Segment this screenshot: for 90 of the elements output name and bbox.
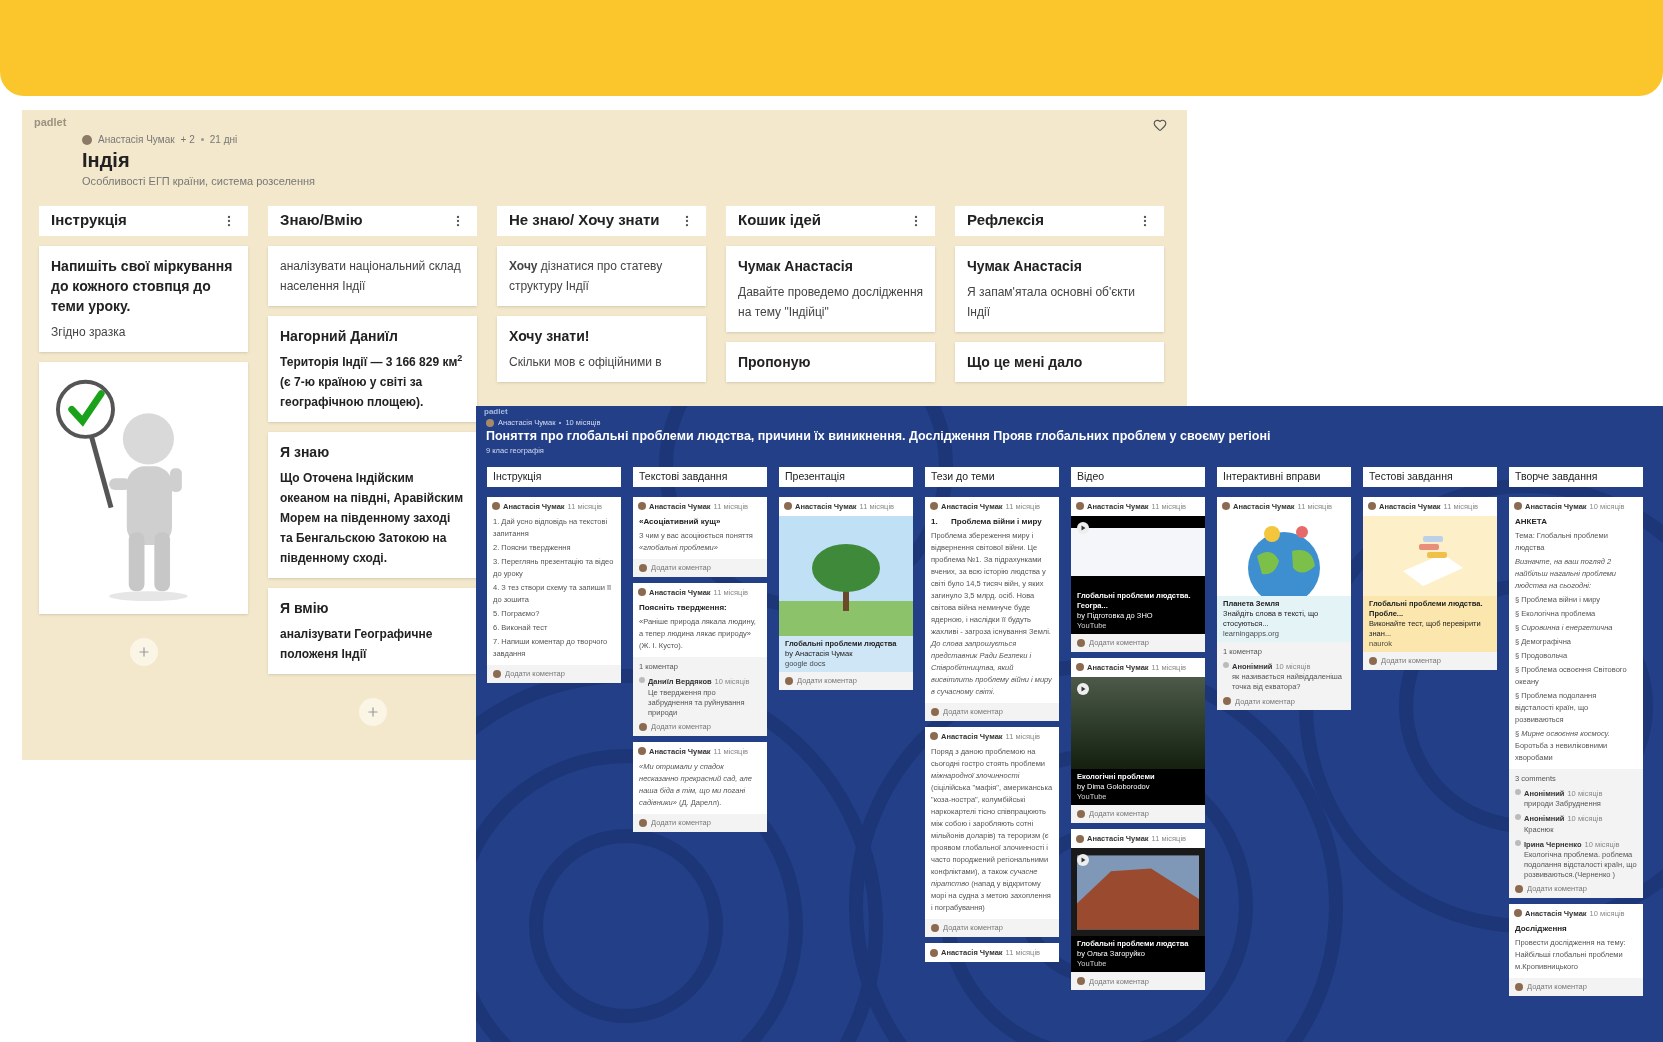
- avatar-icon: [639, 563, 647, 572]
- like-icon[interactable]: [1153, 118, 1167, 132]
- post-title: Пропоную: [738, 352, 812, 372]
- board-title: Індія: [82, 148, 131, 173]
- author-name: Анастасія Чумак: [98, 133, 175, 147]
- post-text: Хочу дізнатися про статеву структуру Індії: [509, 257, 664, 295]
- post-title: Чумак Анастасія: [967, 256, 1083, 276]
- plus-icon: [365, 704, 380, 719]
- post-text: Що Оточена Індійским океаном на півдні, Аравійским Морем на південному заході та Бенгальскою Затокою на південному сході.: [280, 469, 465, 567]
- commenter-avatar-icon: [1515, 814, 1521, 821]
- post-title: Нагорний Даниїл: [280, 326, 399, 346]
- avatar-icon: [1077, 638, 1085, 647]
- avatar-icon: [1076, 834, 1084, 843]
- post-text: Давайте проведемо дослідження на тему "Індійці": [738, 283, 923, 321]
- post-title: Дослідження: [1515, 923, 1568, 935]
- column-title: Інтерактивні вправи: [1223, 468, 1321, 484]
- commenter-avatar-icon: [1515, 839, 1521, 846]
- post-title: «Асоціативний кущ»: [639, 515, 722, 528]
- avatar-icon: [785, 676, 793, 685]
- avatar-icon: [1514, 502, 1522, 511]
- commenter-avatar-icon: [1223, 662, 1229, 668]
- avatar-icon: [931, 707, 939, 716]
- slide-thumbnail[interactable]: [779, 515, 913, 636]
- avatar-icon: [1369, 656, 1377, 665]
- post-text: аналізувати Географичне положеня Індії: [280, 625, 434, 663]
- post-title: Я знаю: [280, 442, 331, 462]
- column-title: Тези до теми: [931, 468, 995, 484]
- column-title: Рефлексія: [967, 210, 1044, 231]
- play-icon[interactable]: [1077, 854, 1089, 867]
- avatar-icon: [930, 732, 938, 741]
- avatar-icon: [493, 669, 501, 678]
- column-title: Презентація: [785, 468, 845, 484]
- column-title: Інструкція: [493, 468, 542, 484]
- avatar-icon: [1077, 977, 1085, 986]
- avatar-icon: [1515, 983, 1523, 991]
- post-title: 1. Проблема війни і миру: [931, 515, 1043, 528]
- commenter-avatar-icon: [1515, 789, 1521, 795]
- post-text: Територія Індії — 3 166 829 км$^{2}$ (є 7-ю країною у світі за географічною площею).: [280, 352, 464, 411]
- post-title: АНКЕТА: [1515, 515, 1548, 528]
- column-title: Інструкція: [51, 210, 127, 231]
- avatar-icon: [1223, 697, 1231, 706]
- board-subtitle: Особливості ЕГП країни, система розселення: [82, 174, 317, 189]
- avatar-icon: [638, 588, 646, 597]
- column-title: Відео: [1077, 468, 1105, 484]
- video-thumbnail[interactable]: [1071, 848, 1205, 937]
- post-title: Хочу знати!: [509, 326, 591, 346]
- avatar-icon: [639, 818, 647, 827]
- avatar-icon: [1077, 810, 1085, 818]
- avatar-icon: [1514, 909, 1522, 918]
- plus-icon: [136, 644, 151, 659]
- avatar-icon: [638, 747, 646, 756]
- post-title: Напишіть свої міркування до кожного стовпця до теми уроку.: [51, 256, 234, 316]
- post-text: аналізувати національний склад населення Індії: [280, 257, 462, 295]
- column-title: Кошик ідей: [738, 210, 821, 231]
- post-text: Скільки мов є офіційними в: [509, 353, 663, 371]
- avatar-icon: [82, 134, 92, 145]
- avatar-icon: [638, 502, 646, 511]
- avatar-icon: [930, 948, 938, 957]
- play-icon[interactable]: [1077, 683, 1089, 695]
- column-title: Не знаю/ Хочу знати: [509, 210, 660, 231]
- avatar-icon: [931, 924, 939, 932]
- avatar-icon: [486, 418, 494, 427]
- collaborators-count: + 2: [180, 133, 195, 147]
- avatar-icon: [1076, 502, 1084, 511]
- avatar-icon: [492, 502, 500, 511]
- post-title: Поясніть твердження:: [639, 602, 728, 614]
- post-title: Я вмію: [280, 598, 330, 618]
- avatar-icon: [1515, 884, 1523, 893]
- padlet-logo[interactable]: padlet: [34, 114, 67, 131]
- post-title: Що це мені дало: [967, 352, 1084, 372]
- avatar-icon: [784, 502, 792, 511]
- video-thumbnail[interactable]: [1071, 677, 1205, 769]
- avatar-icon: [930, 502, 938, 511]
- avatar-icon: [1368, 502, 1376, 511]
- post-title: Чумак Анастасія: [738, 256, 854, 276]
- post-text: Я запам'ятала основні об'єкти Індії: [967, 283, 1136, 321]
- video-thumbnail[interactable]: [1071, 515, 1205, 588]
- commenter-avatar-icon: [639, 677, 645, 684]
- column-title: Текстові завдання: [639, 468, 728, 484]
- column-title: Творче завдання: [1515, 468, 1598, 484]
- board-title: Поняття про глобальні проблеми людства, причини їх виникнення. Дослідження Прояв глобальних проблем у своєму регіоні: [486, 428, 1272, 446]
- post-text: Згідно зразка: [51, 323, 127, 341]
- avatar-icon: [1222, 502, 1230, 511]
- play-icon[interactable]: [1077, 521, 1089, 534]
- column-title: Тестові завдання: [1369, 468, 1453, 484]
- avatar-icon: [1076, 663, 1084, 672]
- padlet-logo[interactable]: padlet: [484, 407, 1663, 417]
- post-time: 21 дні: [209, 133, 238, 147]
- avatar-icon: [639, 722, 647, 731]
- column-title: Знаю/Вмію: [280, 210, 363, 231]
